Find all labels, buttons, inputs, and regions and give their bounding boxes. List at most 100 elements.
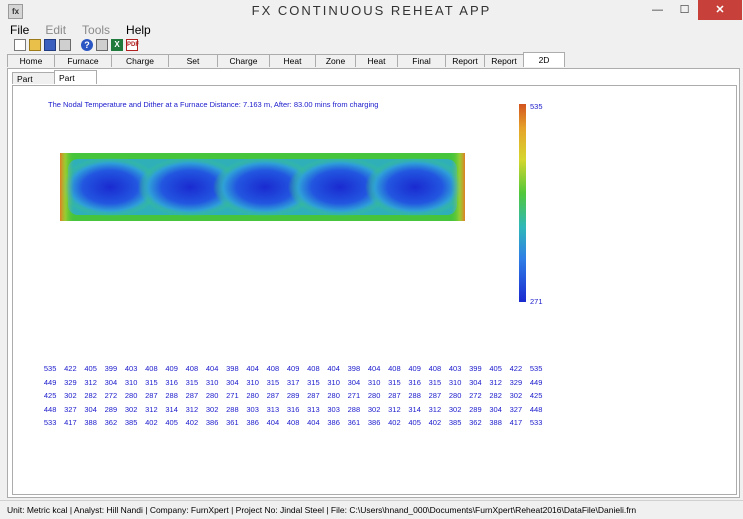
grid-cell: 408 — [266, 364, 280, 373]
grid-cell: 398 — [347, 364, 361, 373]
pdf-icon[interactable]: PDF — [126, 39, 139, 51]
save-icon[interactable] — [44, 39, 56, 51]
tab-charge-profile[interactable]: Charge Profile — [217, 54, 270, 79]
help-icon[interactable]: ? — [81, 39, 93, 51]
excel-icon[interactable]: X — [111, 39, 123, 51]
grid-cell: 287 — [266, 391, 280, 400]
grid-cell: 310 — [327, 377, 340, 387]
tab-set-points[interactable]: Set Points — [168, 54, 218, 79]
maximize-button[interactable]: ☐ — [671, 0, 698, 20]
profile-caption: The Nodal Temperature and Dither at a Fu… — [48, 100, 379, 109]
grid-cell: 449 — [529, 377, 543, 387]
grid-cell: 272 — [104, 391, 118, 400]
open-folder-icon[interactable] — [29, 39, 41, 51]
main-tab-strip: Home Tab Furnace Data Charge Data Set Po… — [7, 52, 565, 80]
tab-part-dither[interactable]: Part Dither — [54, 70, 97, 97]
info-icon[interactable] — [96, 39, 108, 51]
grid-cell: 405 — [408, 418, 421, 427]
plot-left-edge — [60, 153, 74, 221]
grid-cell: 316 — [408, 377, 421, 387]
grid-cell: 287 — [185, 391, 199, 400]
grid-cell: 404 — [266, 418, 280, 427]
grid-cell: 280 — [448, 391, 462, 400]
tab-heat-profile[interactable]: Heat Profile — [269, 54, 316, 79]
tab-2d-profile[interactable]: 2D Profile — [523, 52, 565, 80]
grid-cell: 425 — [529, 391, 543, 400]
toolbar: ? X PDF — [0, 39, 743, 53]
sub-tab-strip: Part Profile Part Dither — [12, 70, 97, 97]
menu-help[interactable]: Help — [126, 22, 151, 39]
grid-cell: 314 — [165, 404, 178, 414]
grid-cell: 280 — [124, 391, 138, 400]
close-button[interactable]: ✕ — [698, 0, 742, 20]
tab-report-2[interactable]: Report 2 — [484, 54, 524, 79]
grid-cell: 361 — [347, 418, 361, 427]
grid-cell: 329 — [509, 377, 523, 387]
grid-cell: 408 — [307, 364, 320, 373]
grid-cell: 448 — [43, 404, 57, 414]
grid-cell: 302 — [367, 404, 381, 414]
grid-cell: 280 — [205, 391, 219, 400]
menu-file[interactable]: File — [10, 22, 29, 39]
grid-cell: 315 — [307, 377, 320, 387]
grid-cell: 304 — [84, 404, 97, 414]
grid-cell: 280 — [367, 391, 381, 400]
grid-cell: 302 — [124, 404, 138, 414]
grid-cell: 405 — [165, 418, 178, 427]
tab-furnace-data[interactable]: Furnace Data — [54, 54, 112, 79]
menu-tools[interactable]: Tools — [82, 22, 110, 39]
tab-part-profile[interactable]: Part Profile — [12, 72, 55, 96]
grid-cell: 310 — [205, 377, 219, 387]
grid-cell: 315 — [185, 377, 199, 387]
grid-cell: 399 — [469, 364, 482, 373]
grid-row: 535 422 405 399 403 408 409 408 404 398 404 408 409 4… — [40, 362, 546, 376]
menu-bar: File Edit Tools Help — [0, 22, 743, 39]
grid-cell: 315 — [266, 377, 280, 387]
grid-cell: 329 — [64, 377, 77, 387]
menu-edit[interactable]: Edit — [45, 22, 66, 39]
grid-row: 448 327 304 289 302 312 314 312 302 288 303 313 316 3… — [40, 403, 546, 417]
minimize-button[interactable]: — — [644, 0, 671, 20]
tab-heat-audit[interactable]: Heat Audit — [355, 54, 398, 79]
grid-cell: 399 — [104, 364, 118, 373]
grid-cell: 313 — [307, 404, 320, 414]
grid-cell: 449 — [43, 377, 57, 387]
title-bar: fx FX CONTINUOUS REHEAT APP — ☐ ✕ — [0, 0, 743, 22]
grid-cell: 327 — [509, 404, 523, 414]
grid-cell: 425 — [43, 391, 57, 400]
tab-final-results[interactable]: Final Results — [397, 54, 446, 79]
grid-cell: 386 — [205, 418, 219, 427]
grid-cell: 385 — [448, 418, 462, 427]
new-file-icon[interactable] — [14, 39, 26, 51]
status-bar: Unit: Metric kcal | Analyst: Hill Nandi … — [0, 500, 743, 519]
grid-cell: 417 — [64, 418, 77, 427]
grid-cell: 271 — [347, 391, 361, 400]
grid-cell: 386 — [246, 418, 259, 427]
grid-cell: 408 — [286, 418, 300, 427]
grid-cell: 404 — [307, 418, 320, 427]
tab-report-1[interactable]: Report 1 — [445, 54, 485, 79]
grid-cell: 316 — [286, 404, 300, 414]
tab-zone-heat[interactable]: Zone Heat — [315, 54, 356, 79]
grid-cell: 288 — [347, 404, 361, 414]
grid-cell: 313 — [266, 404, 280, 414]
grid-cell: 386 — [327, 418, 340, 427]
grid-cell: 312 — [84, 377, 97, 387]
grid-cell: 282 — [84, 391, 97, 400]
grid-cell: 408 — [145, 364, 158, 373]
grid-cell: 280 — [246, 391, 259, 400]
grid-cell: 303 — [246, 404, 259, 414]
grid-cell: 304 — [489, 404, 502, 414]
grid-cell: 417 — [509, 418, 523, 427]
grid-cell: 312 — [388, 404, 401, 414]
grid-cell: 404 — [205, 364, 219, 373]
tab-charge-data[interactable]: Charge Data — [111, 54, 169, 79]
grid-cell: 404 — [246, 364, 259, 373]
grid-cell: 310 — [246, 377, 259, 387]
window-title: FX CONTINUOUS REHEAT APP — [251, 3, 492, 18]
tab-home[interactable]: Home Tab — [7, 54, 55, 79]
grid-cell: 409 — [165, 364, 178, 373]
print-icon[interactable] — [59, 39, 71, 51]
grid-cell: 304 — [226, 377, 239, 387]
grid-cell: 422 — [64, 364, 77, 373]
